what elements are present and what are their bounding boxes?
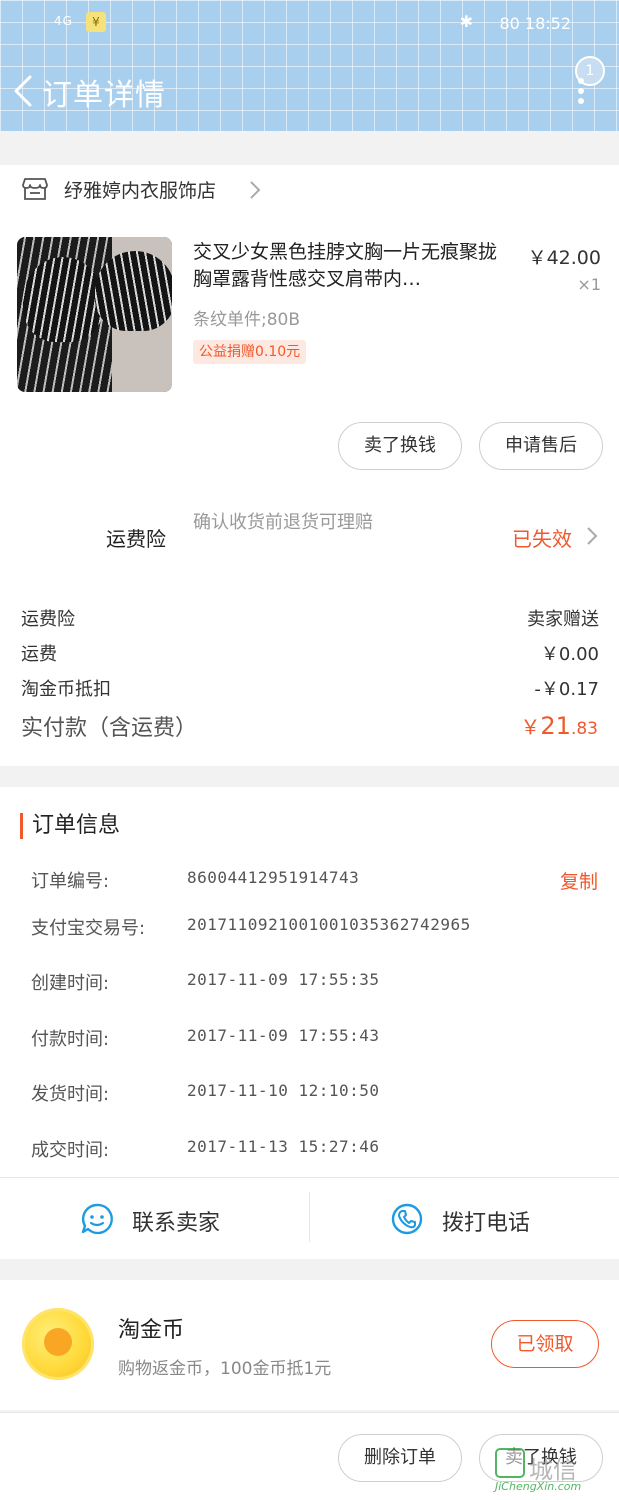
fee-value: 卖家赠送 (527, 609, 599, 630)
divider (309, 1192, 310, 1242)
product-spec: 条纹单件;80B (193, 310, 301, 330)
fee-label: 运费险 (21, 609, 75, 630)
chevron-right-icon[interactable] (586, 526, 598, 546)
info-value: 2017-11-09 17:55:35 (187, 970, 380, 989)
back-arrow-icon[interactable] (12, 74, 34, 108)
order-info-card: 订单信息 订单编号: 86004412951914743 复制 支付宝交易号: … (0, 787, 619, 1177)
charity-tag: 公益捐赠0.10元 (193, 340, 307, 364)
coin-desc: 购物返金币，100金币抵1元 (118, 1359, 332, 1379)
watermark-url: JiChengXin.com (495, 1480, 582, 1493)
info-row-order-number: 订单编号: 86004412951914743 复制 (31, 867, 598, 897)
paid-label: 实付款（含运费） (21, 716, 198, 741)
info-value: 2017-11-13 15:27:46 (187, 1137, 380, 1156)
order-info-title: 订单信息 (20, 813, 120, 839)
paid-decimal: .83 (570, 719, 598, 739)
product-quantity: ×1 (577, 275, 601, 294)
info-key: 创建时间: (31, 973, 110, 994)
shop-row[interactable]: 纾雅婷内衣服饰店 (0, 165, 619, 215)
delete-order-button[interactable]: 删除订单 (338, 1434, 462, 1482)
yen-badge-icon: ¥ (86, 12, 106, 32)
battery-level: 80 (499, 14, 520, 33)
call-phone-label: 拨打电话 (442, 1211, 531, 1236)
status-right: 80 18:52 (499, 14, 571, 33)
shop-icon (22, 178, 48, 200)
page-title: 订单详情 (42, 78, 166, 113)
header: 4G ¥ ✱ 80 18:52 订单详情 1 (0, 0, 619, 131)
info-key: 支付宝交易号: (31, 918, 146, 939)
paid-amount: ￥21.83 (520, 711, 598, 740)
product-price: ￥42.00 (527, 247, 601, 269)
paid-integer: 21 (540, 712, 571, 740)
fee-value: ￥0.00 (540, 644, 599, 665)
phone-icon (391, 1203, 423, 1235)
info-value: 2017-11-09 17:55:43 (187, 1026, 380, 1045)
info-key: 发货时间: (31, 1084, 110, 1105)
call-phone-button[interactable]: 拨打电话 (390, 1178, 570, 1260)
after-sale-button[interactable]: 申请售后 (479, 422, 603, 470)
status-bar: 4G ¥ ✱ 80 18:52 (0, 10, 619, 38)
taojinbi-card: 淘金币 购物返金币，100金币抵1元 已领取 (0, 1280, 619, 1410)
info-key: 付款时间: (31, 1029, 110, 1050)
watermark-box-icon (495, 1448, 525, 1478)
claimed-button[interactable]: 已领取 (491, 1320, 599, 1368)
info-key: 成交时间: (31, 1140, 110, 1161)
contact-seller-button[interactable]: 联系卖家 (80, 1178, 260, 1260)
info-row-completed: 成交时间: 2017-11-13 15:27:46 (31, 1136, 598, 1166)
contact-row: 联系卖家 拨打电话 (0, 1177, 619, 1259)
fee-value: -￥0.17 (534, 679, 599, 700)
info-key: 订单编号: (31, 871, 110, 892)
info-row-shipped: 发货时间: 2017-11-10 12:10:50 (31, 1080, 598, 1110)
coin-title: 淘金币 (118, 1318, 185, 1343)
sell-for-cash-button[interactable]: 卖了换钱 (338, 422, 462, 470)
shipping-insurance-status[interactable]: 已失效 (512, 523, 572, 552)
chevron-right-icon[interactable] (248, 179, 262, 201)
product-title[interactable]: 交叉少女黑色挂脖文胸一片无痕聚拢胸罩露背性感交叉肩带内… (193, 239, 508, 293)
gold-coin-icon (22, 1308, 94, 1380)
bottom-action-bar: 删除订单 卖了换钱 城信 JiChengXin.com (0, 1412, 619, 1500)
chat-bubble-icon (81, 1203, 113, 1235)
info-row-paid: 付款时间: 2017-11-09 17:55:43 (31, 1025, 598, 1055)
product-image[interactable] (17, 237, 172, 392)
signal-icon: 4G (54, 14, 73, 28)
watermark-logo: 城信 JiChengXin.com (495, 1442, 615, 1496)
fee-label: 运费 (21, 644, 57, 665)
bluetooth-icon: ✱ (459, 12, 473, 31)
info-value: 2017-11-10 12:10:50 (187, 1081, 380, 1100)
shop-name[interactable]: 纾雅婷内衣服饰店 (64, 176, 216, 203)
shipping-insurance-label: 运费险 (106, 527, 166, 551)
info-value: 2017110921001001035362742965 (187, 915, 471, 934)
more-menu-icon[interactable] (577, 78, 585, 106)
info-row-alipay-number: 支付宝交易号: 2017110921001001035362742965 (31, 914, 598, 944)
info-value: 86004412951914743 (187, 868, 360, 887)
clock: 18:52 (524, 14, 571, 33)
fee-label: 淘金币抵扣 (21, 679, 111, 700)
shipping-insurance-desc: 确认收货前退货可理赔 (193, 512, 373, 533)
paid-currency: ￥ (520, 715, 541, 739)
order-card: 纾雅婷内衣服饰店 交叉少女黑色挂脖文胸一片无痕聚拢胸罩露背性感交叉肩带内… ￥4… (0, 165, 619, 766)
info-row-created: 创建时间: 2017-11-09 17:55:35 (31, 969, 598, 999)
copy-button[interactable]: 复制 (560, 867, 598, 894)
contact-seller-label: 联系卖家 (132, 1211, 221, 1236)
